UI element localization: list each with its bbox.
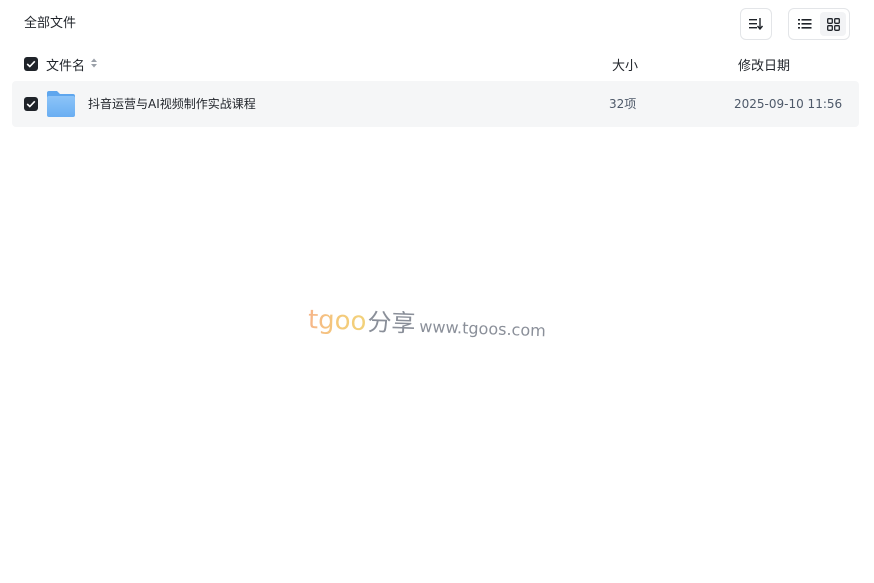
table-header: 文件名 大小 修改日期 xyxy=(24,54,859,74)
sort-icon xyxy=(749,18,763,30)
checkmark-icon xyxy=(26,60,36,68)
file-size: 32项 xyxy=(609,97,637,111)
list-view-button[interactable] xyxy=(792,12,818,36)
column-header-name[interactable]: 文件名 xyxy=(46,55,85,74)
watermark-share: 分享 xyxy=(366,308,416,338)
column-header-size: 大小 xyxy=(612,59,639,74)
breadcrumb[interactable]: 全部文件 xyxy=(24,14,76,34)
row-checkbox[interactable] xyxy=(24,97,38,111)
sort-toggle-icon[interactable] xyxy=(90,57,98,69)
file-modified-date: 2025-09-10 11:56 xyxy=(734,97,843,111)
column-header-date: 修改日期 xyxy=(738,59,791,74)
list-view-icon xyxy=(798,19,812,29)
file-manager-page: 全部文件 文件名 大小 修改日期 抖音运营与AI视频制作实战课程 32项 202… xyxy=(0,0,874,583)
grid-view-button[interactable] xyxy=(820,12,846,36)
checkmark-icon xyxy=(26,100,36,108)
sort-button[interactable] xyxy=(740,8,772,40)
watermark: tgoo 分享 www.tgoos.com xyxy=(307,300,546,348)
watermark-brand: tgoo xyxy=(307,305,368,338)
watermark-url: www.tgoos.com xyxy=(419,316,547,341)
select-all-checkbox[interactable] xyxy=(24,57,38,71)
folder-icon xyxy=(47,91,75,117)
grid-view-icon xyxy=(826,17,840,31)
file-name[interactable]: 抖音运营与AI视频制作实战课程 xyxy=(88,94,256,114)
table-row[interactable]: 抖音运营与AI视频制作实战课程 32项 2025-09-10 11:56 xyxy=(12,81,859,127)
view-toggle xyxy=(788,8,850,40)
